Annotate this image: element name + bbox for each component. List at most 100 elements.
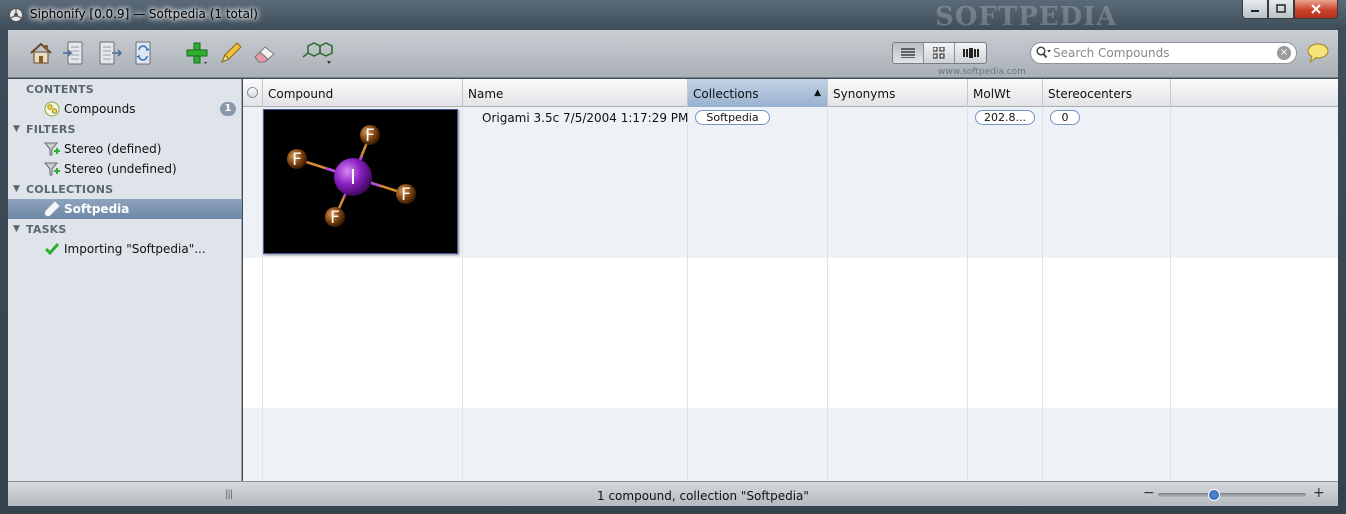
speech-bubble-icon[interactable] <box>1306 42 1330 64</box>
table-row-empty <box>243 408 1338 481</box>
sync-icon[interactable] <box>130 40 156 66</box>
column-header-name[interactable]: Name <box>463 79 688 107</box>
coverflow-view-icon <box>962 48 979 58</box>
column-header-compound[interactable]: Compound <box>263 79 463 107</box>
disclosure-triangle-icon[interactable]: ▼ <box>13 124 20 134</box>
watermark: SOFTPEDIA <box>935 2 1118 32</box>
compound-table: Compound Name Collections ▲ Synonyms Mol… <box>243 79 1338 481</box>
filters-header-label: FILTERS <box>26 123 76 136</box>
title-bar[interactable]: Siphonify [0.0.9] — Softpedia (1 total) … <box>0 0 1346 32</box>
maximize-button[interactable] <box>1268 0 1294 19</box>
column-header-synonyms[interactable]: Synonyms <box>828 79 968 107</box>
molwt-cell[interactable]: 202.8... <box>975 110 1035 125</box>
column-header-label: Stereocenters <box>1048 87 1132 101</box>
checkmark-icon <box>44 243 60 256</box>
column-header-bar: Compound Name Collections ▲ Synonyms Mol… <box>243 79 1338 107</box>
disclosure-triangle-icon[interactable]: ▼ <box>13 184 20 194</box>
count-badge: 1 <box>220 102 236 116</box>
splitter-grip-icon[interactable]: ||| <box>225 489 233 500</box>
column-header-label: Collections <box>693 87 759 101</box>
sidebar-item-label: Importing "Softpedia"... <box>64 242 206 256</box>
column-divider <box>1170 107 1171 481</box>
grid-view-button[interactable] <box>924 43 955 63</box>
window-title: Siphonify [0.0.9] — Softpedia (1 total) <box>30 7 258 21</box>
sort-ascending-icon: ▲ <box>814 88 821 98</box>
compound-thumbnail[interactable]: F F I F F <box>263 109 458 254</box>
coverflow-view-button[interactable] <box>955 43 986 63</box>
column-divider <box>1042 107 1043 481</box>
search-input[interactable] <box>1053 45 1273 61</box>
status-text: 1 compound, collection "Softpedia" <box>597 489 809 503</box>
column-header-stereocenters[interactable]: Stereocenters <box>1043 79 1171 107</box>
column-divider <box>462 107 463 481</box>
app-icon <box>9 8 23 22</box>
home-icon[interactable] <box>28 40 54 66</box>
collections-header[interactable]: ▼ COLLECTIONS <box>8 180 242 200</box>
atom-label: I <box>350 165 356 189</box>
column-divider <box>687 107 688 481</box>
table-row-empty <box>243 258 1338 408</box>
zoom-slider[interactable] <box>1158 493 1306 497</box>
filter-add-icon <box>44 162 60 176</box>
contents-header-label: CONTENTS <box>26 83 94 96</box>
minimize-button[interactable] <box>1242 0 1268 19</box>
molecule-3d-render: F F I F F <box>287 125 416 228</box>
stereocenters-cell[interactable]: 0 <box>1050 110 1080 125</box>
sidebar-item-label: Stereo (undefined) <box>64 162 177 176</box>
atom-label: F <box>292 150 302 170</box>
compound-name-cell[interactable]: Origami 3.5c 7/5/2004 1:17:29 PM <box>482 111 688 125</box>
tasks-header[interactable]: ▼ TASKS <box>8 220 242 240</box>
select-all-icon[interactable] <box>247 87 258 98</box>
column-header-label: Synonyms <box>833 87 896 101</box>
atom-label: F <box>330 208 340 228</box>
collection-tag[interactable]: Softpedia <box>695 110 770 125</box>
close-button[interactable] <box>1294 0 1338 19</box>
sidebar-item-label: Stereo (defined) <box>64 142 162 156</box>
toolbar: www.softpedia.com × <box>8 30 1338 78</box>
sidebar-item-label: Softpedia <box>64 202 130 216</box>
import-icon[interactable] <box>62 40 88 66</box>
sidebar-item-task-import[interactable]: Importing "Softpedia"... <box>8 239 242 259</box>
atom-label: F <box>365 126 375 146</box>
column-header-label: MolWt <box>973 87 1011 101</box>
disclosure-triangle-icon[interactable]: ▼ <box>13 224 20 234</box>
sidebar-item-compounds[interactable]: Compounds 1 <box>8 99 242 119</box>
sidebar-item-softpedia[interactable]: Softpedia <box>8 199 242 219</box>
grid-view-icon <box>933 47 945 59</box>
column-divider <box>967 107 968 481</box>
filter-add-icon <box>44 142 60 156</box>
filters-header[interactable]: ▼ FILTERS <box>8 120 242 140</box>
minimize-icon <box>1251 10 1259 12</box>
search-field[interactable]: × <box>1030 42 1297 64</box>
eraser-icon[interactable] <box>252 40 278 66</box>
clear-search-icon[interactable]: × <box>1277 46 1291 60</box>
search-icon <box>1036 46 1051 59</box>
close-icon <box>1311 4 1321 14</box>
sidebar-item-stereo-undefined[interactable]: Stereo (undefined) <box>8 159 242 179</box>
contents-header: CONTENTS <box>8 80 242 100</box>
column-header-select[interactable] <box>243 79 263 107</box>
tasks-header-label: TASKS <box>26 223 67 236</box>
atom-label: F <box>401 185 411 205</box>
status-bar: ||| 1 compound, collection "Softpedia" −… <box>8 481 1338 506</box>
add-compound-icon[interactable] <box>184 40 210 66</box>
sidebar-item-stereo-defined[interactable]: Stereo (defined) <box>8 139 242 159</box>
zoom-out-icon[interactable]: − <box>1143 485 1155 501</box>
test-tube-icon <box>44 201 60 217</box>
list-view-button[interactable] <box>893 43 924 63</box>
column-header-label: Name <box>468 87 504 101</box>
view-mode-control <box>892 42 987 64</box>
app-window: Siphonify [0.0.9] — Softpedia (1 total) … <box>0 0 1346 514</box>
column-header-collections[interactable]: Collections ▲ <box>688 79 828 107</box>
compounds-icon <box>44 101 60 117</box>
maximize-icon <box>1276 4 1286 13</box>
column-header-molwt[interactable]: MolWt <box>968 79 1043 107</box>
collections-header-label: COLLECTIONS <box>26 183 114 196</box>
structure-search-icon[interactable] <box>300 40 334 66</box>
list-view-icon <box>901 48 915 58</box>
zoom-in-icon[interactable]: + <box>1313 485 1325 501</box>
export-icon[interactable] <box>96 40 122 66</box>
zoom-slider-knob[interactable] <box>1208 489 1221 501</box>
edit-pencil-icon[interactable] <box>218 40 244 66</box>
sidebar-item-label: Compounds <box>64 102 136 116</box>
